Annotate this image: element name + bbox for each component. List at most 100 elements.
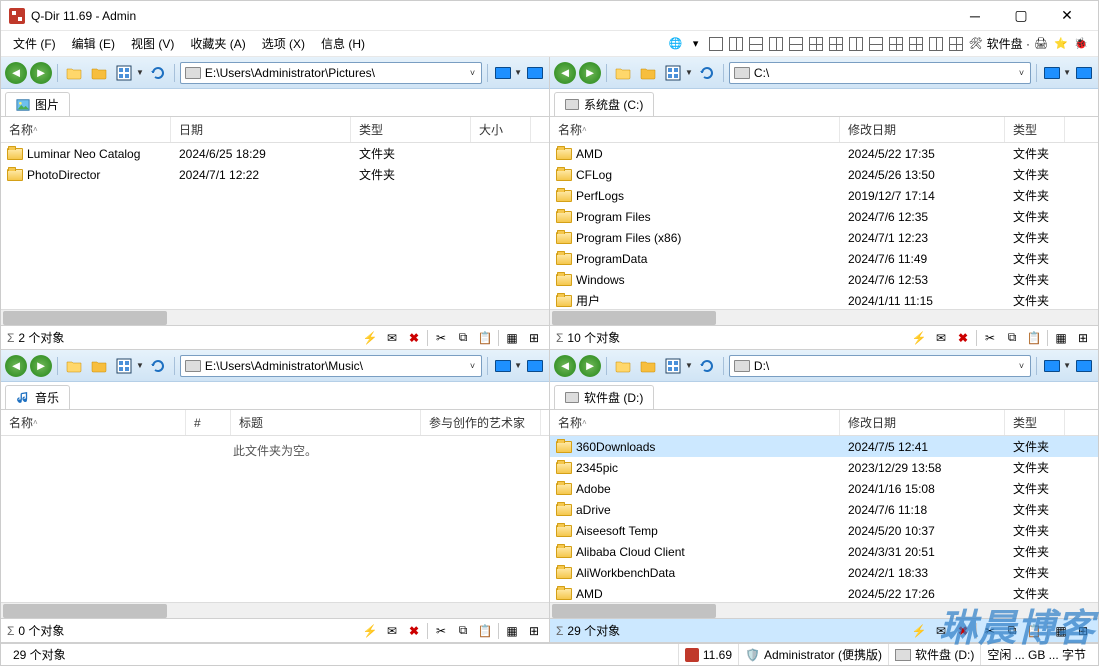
close-button[interactable]: ✕ — [1044, 1, 1090, 31]
monitor-dropdown[interactable]: ▼ — [1063, 68, 1071, 77]
menu-options[interactable]: 选项 (X) — [254, 32, 313, 55]
column-header[interactable]: 名称 ˄ — [1, 410, 186, 435]
grid-icon[interactable]: ▦ — [503, 622, 521, 640]
cut-icon[interactable]: ✂ — [432, 622, 450, 640]
file-row[interactable]: 2345pic2023/12/29 13:58文件夹 — [550, 457, 1098, 478]
mail-icon[interactable]: ✉ — [932, 622, 950, 640]
view-dropdown[interactable]: ▼ — [685, 361, 693, 370]
mail-icon[interactable]: ✉ — [383, 329, 401, 347]
view-dropdown[interactable]: ▼ — [685, 68, 693, 77]
paste-icon[interactable]: 📋 — [476, 622, 494, 640]
monitor-dropdown[interactable]: ▼ — [1063, 361, 1071, 370]
paste-icon[interactable]: 📋 — [1025, 329, 1043, 347]
view-mode-button[interactable] — [662, 355, 684, 377]
column-header[interactable]: 名称 ˄ — [1, 117, 171, 142]
monitor-dropdown[interactable]: ▼ — [514, 68, 522, 77]
copy-icon[interactable]: ⧉ — [454, 622, 472, 640]
forward-button[interactable]: ► — [30, 355, 52, 377]
cut-icon[interactable]: ✂ — [981, 329, 999, 347]
layout-g-icon[interactable] — [887, 35, 905, 53]
monitor2-icon[interactable] — [525, 357, 545, 375]
view-mode-button[interactable] — [113, 355, 135, 377]
flash-icon[interactable]: ⚡ — [361, 622, 379, 640]
folder-open-icon[interactable] — [88, 62, 110, 84]
menu-file[interactable]: 文件 (F) — [5, 32, 64, 55]
refresh-button[interactable] — [696, 62, 718, 84]
paste-icon[interactable]: 📋 — [476, 329, 494, 347]
mail-icon[interactable]: ✉ — [932, 329, 950, 347]
file-row[interactable]: Luminar Neo Catalog2024/6/25 18:29文件夹 — [1, 143, 549, 164]
star-icon[interactable]: ⭐ — [1052, 35, 1070, 53]
delete-icon[interactable]: ✖ — [405, 329, 423, 347]
file-row[interactable]: PhotoDirector2024/7/1 12:22文件夹 — [1, 164, 549, 185]
paste-icon[interactable]: 📋 — [1025, 622, 1043, 640]
column-header[interactable]: 名称 ˄ — [550, 117, 840, 142]
file-row[interactable]: 360Downloads2024/7/5 12:41文件夹 — [550, 436, 1098, 457]
file-row[interactable]: Program Files2024/7/6 12:35文件夹 — [550, 206, 1098, 227]
column-header[interactable]: 修改日期 — [840, 117, 1005, 142]
forward-button[interactable]: ► — [30, 62, 52, 84]
column-header[interactable]: 名称 ˄ — [550, 410, 840, 435]
pane-tab[interactable]: 软件盘 (D:) — [554, 385, 654, 409]
copy-icon[interactable]: ⧉ — [1003, 622, 1021, 640]
back-button[interactable]: ◄ — [554, 62, 576, 84]
file-row[interactable]: Alibaba Cloud Client2024/3/31 20:51文件夹 — [550, 541, 1098, 562]
layout-a-icon[interactable] — [767, 35, 785, 53]
mail-icon[interactable]: ✉ — [383, 622, 401, 640]
flash-icon[interactable]: ⚡ — [910, 622, 928, 640]
bug-icon[interactable]: 🐞 — [1072, 35, 1090, 53]
monitor-icon[interactable] — [493, 357, 513, 375]
layout-2v-icon[interactable] — [727, 35, 745, 53]
tree-icon[interactable]: ⊞ — [525, 329, 543, 347]
layout-i-icon[interactable] — [927, 35, 945, 53]
monitor-icon[interactable] — [1042, 357, 1062, 375]
cut-icon[interactable]: ✂ — [981, 622, 999, 640]
layout-j-icon[interactable] — [947, 35, 965, 53]
delete-icon[interactable]: ✖ — [405, 622, 423, 640]
monitor2-icon[interactable] — [1074, 64, 1094, 82]
menu-edit[interactable]: 编辑 (E) — [64, 32, 123, 55]
menu-favorites[interactable]: 收藏夹 (A) — [182, 32, 253, 55]
tree-icon[interactable]: ⊞ — [1074, 329, 1092, 347]
path-input[interactable]: D:\˅ — [729, 355, 1031, 377]
path-input[interactable]: E:\Users\Administrator\Music\˅ — [180, 355, 482, 377]
path-input[interactable]: E:\Users\Administrator\Pictures\˅ — [180, 62, 482, 84]
refresh-button[interactable] — [147, 355, 169, 377]
delete-icon[interactable]: ✖ — [954, 622, 972, 640]
file-row[interactable]: Aiseesoft Temp2024/5/20 10:37文件夹 — [550, 520, 1098, 541]
path-dropdown[interactable]: ˅ — [468, 361, 477, 371]
path-dropdown[interactable]: ˅ — [1017, 361, 1026, 371]
layout-2h-icon[interactable] — [747, 35, 765, 53]
copy-icon[interactable]: ⧉ — [454, 329, 472, 347]
view-mode-button[interactable] — [113, 62, 135, 84]
delete-icon[interactable]: ✖ — [954, 329, 972, 347]
file-row[interactable]: ProgramData2024/7/6 11:49文件夹 — [550, 248, 1098, 269]
column-header[interactable]: 参与创作的艺术家 — [421, 410, 541, 435]
layout-e-icon[interactable] — [847, 35, 865, 53]
grid-icon[interactable]: ▦ — [1052, 329, 1070, 347]
scroll-h[interactable] — [550, 309, 1098, 325]
menu-info[interactable]: 信息 (H) — [313, 32, 373, 55]
file-row[interactable]: Windows2024/7/6 12:53文件夹 — [550, 269, 1098, 290]
maximize-button[interactable]: ▢ — [998, 1, 1044, 31]
path-input[interactable]: C:\˅ — [729, 62, 1031, 84]
file-row[interactable]: Program Files (x86)2024/7/1 12:23文件夹 — [550, 227, 1098, 248]
layout-h-icon[interactable] — [907, 35, 925, 53]
layout-c-icon[interactable] — [807, 35, 825, 53]
folder-icon[interactable] — [63, 355, 85, 377]
layout-1-icon[interactable] — [707, 35, 725, 53]
file-row[interactable]: AMD2024/5/22 17:35文件夹 — [550, 143, 1098, 164]
file-row[interactable]: PerfLogs2019/12/7 17:14文件夹 — [550, 185, 1098, 206]
column-header[interactable]: 标题 — [231, 410, 421, 435]
file-row[interactable]: AMD2024/5/22 17:26文件夹 — [550, 583, 1098, 602]
pane-tab[interactable]: 图片 — [5, 92, 70, 116]
cut-icon[interactable]: ✂ — [432, 329, 450, 347]
flash-icon[interactable]: ⚡ — [910, 329, 928, 347]
back-button[interactable]: ◄ — [554, 355, 576, 377]
refresh-button[interactable] — [147, 62, 169, 84]
menu-view[interactable]: 视图 (V) — [123, 32, 182, 55]
monitor2-icon[interactable] — [525, 64, 545, 82]
softdisk-label[interactable]: 软件盘 · — [987, 35, 1030, 52]
tool-icon[interactable]: 🛠 — [967, 35, 985, 53]
folder-icon[interactable] — [612, 355, 634, 377]
